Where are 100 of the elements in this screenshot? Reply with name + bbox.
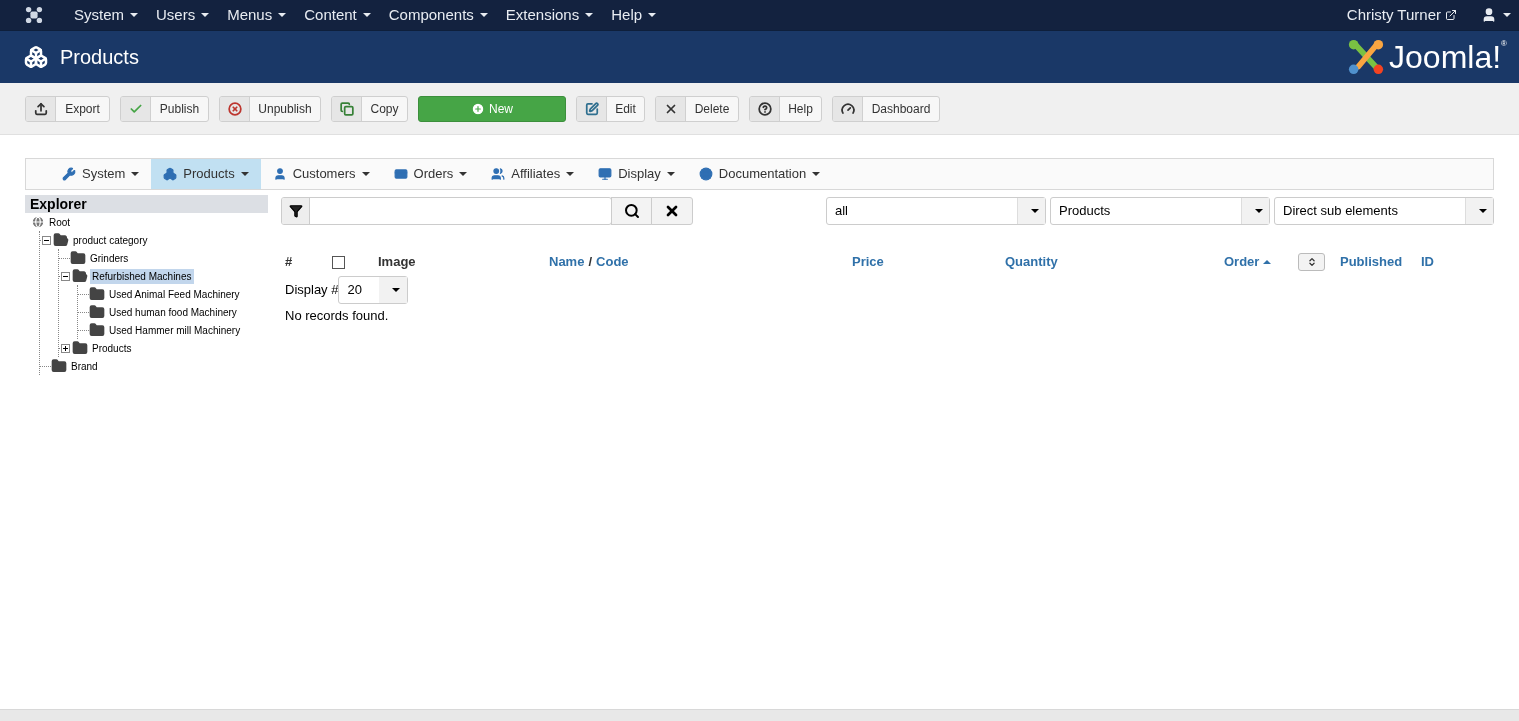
- expand-icon[interactable]: [61, 343, 70, 353]
- top-menu-item[interactable]: Users: [147, 3, 219, 27]
- column-sort-link[interactable]: Order: [1224, 252, 1272, 272]
- caret-icon: [459, 172, 468, 176]
- clear-button[interactable]: [651, 196, 693, 225]
- globe-icon: [31, 215, 45, 229]
- tree-item[interactable]: Root: [49, 214, 71, 230]
- ordering-button[interactable]: [1298, 253, 1325, 271]
- tree-item[interactable]: Used Hammer mill Machinery: [107, 322, 243, 338]
- tree-item[interactable]: Used human food Machinery: [107, 304, 239, 320]
- search-field[interactable]: [281, 196, 612, 225]
- caret-icon: [648, 13, 657, 17]
- column-sort-link[interactable]: Price: [852, 252, 884, 272]
- toolbar-button[interactable]: Edit: [576, 95, 645, 122]
- toolbar-button[interactable]: Delete: [655, 95, 739, 122]
- folder-icon: [72, 340, 88, 356]
- sort-ascending-icon: [1263, 260, 1272, 264]
- select-all-checkbox[interactable]: [332, 255, 345, 269]
- folder-icon: [89, 286, 105, 302]
- explorer-heading: Explorer: [25, 195, 268, 213]
- caret-icon: [392, 288, 401, 292]
- collapse-icon[interactable]: [42, 235, 51, 245]
- logo-wordmark: Joomla!: [1389, 38, 1502, 76]
- card-icon: [393, 167, 408, 181]
- toolbar-button[interactable]: Help: [749, 95, 822, 122]
- users-icon: [491, 167, 506, 181]
- component-menu-item[interactable]: Products: [151, 159, 261, 189]
- caret-icon: [666, 172, 675, 176]
- toolbar-button[interactable]: Export: [25, 95, 110, 122]
- filter-dropdown[interactable]: all: [826, 196, 1046, 225]
- top-menu-item[interactable]: Help: [602, 3, 666, 27]
- top-menu-item[interactable]: Content: [295, 3, 380, 27]
- joomla-logo-icon: [1347, 38, 1386, 76]
- caret-icon: [566, 172, 575, 176]
- up-down-icon: [1306, 257, 1317, 267]
- separator-text: /: [588, 253, 593, 272]
- folder-icon: [51, 358, 67, 374]
- column-sort-link[interactable]: Quantity: [1005, 252, 1058, 272]
- toolbar-button[interactable]: Copy: [331, 95, 408, 122]
- caret-icon: [812, 172, 821, 176]
- external-link-icon: [1445, 9, 1457, 21]
- x-circle-icon: [227, 101, 242, 116]
- caret-icon: [1254, 208, 1263, 213]
- caret-icon: [130, 13, 138, 17]
- registered-mark: ®: [1501, 38, 1507, 48]
- gauge-icon: [840, 101, 855, 116]
- tree-item[interactable]: Products: [90, 340, 134, 356]
- caret-icon: [201, 13, 210, 17]
- column-header: #: [285, 253, 293, 272]
- component-menu-item[interactable]: Display: [586, 159, 687, 189]
- folder-icon: [70, 250, 86, 266]
- collapse-icon[interactable]: [61, 271, 70, 281]
- tree-item[interactable]: Refurbished Machines: [90, 268, 194, 284]
- tree-item[interactable]: Brand: [69, 358, 100, 374]
- filter-icon: [288, 203, 303, 218]
- plus-icon: [471, 101, 485, 116]
- filter-dropdown[interactable]: Direct sub elements: [1274, 196, 1494, 225]
- folder-icon: [89, 322, 105, 338]
- top-menu-item[interactable]: Menus: [218, 3, 296, 27]
- component-menu-item[interactable]: Affiliates: [479, 159, 587, 189]
- filter-dropdown[interactable]: Products: [1050, 196, 1270, 225]
- wrench-icon: [62, 167, 76, 181]
- top-menu-item[interactable]: Extensions: [496, 3, 603, 27]
- column-sort-link[interactable]: Name: [549, 252, 585, 272]
- tree-item[interactable]: Used Animal Feed Machinery: [107, 286, 242, 302]
- user-icon: [272, 167, 287, 181]
- component-menu-item[interactable]: Documentation: [686, 159, 833, 189]
- folder-icon: [89, 304, 105, 320]
- column-sort-link[interactable]: ID: [1421, 252, 1434, 272]
- column-header: Image: [378, 253, 416, 272]
- folder-icon: [53, 232, 69, 248]
- edit-icon: [584, 101, 599, 116]
- display-label: Display #: [285, 281, 339, 300]
- top-menu-item[interactable]: Components: [379, 3, 497, 27]
- toolbar-button[interactable]: Publish: [120, 95, 209, 122]
- monitor-icon: [598, 167, 613, 181]
- user-link[interactable]: Christy Turner: [1346, 3, 1457, 27]
- upload-icon: [33, 101, 48, 116]
- toolbar-button[interactable]: Unpublish: [219, 95, 321, 122]
- search-icon: [623, 202, 640, 219]
- display-count-select[interactable]: 20: [338, 276, 409, 304]
- caret-icon: [362, 13, 371, 17]
- toolbar-button[interactable]: Dashboard: [832, 95, 940, 122]
- column-sort-link[interactable]: Published: [1340, 252, 1403, 272]
- tree-item[interactable]: Grinders: [88, 250, 131, 266]
- column-sort-link[interactable]: Code: [596, 252, 629, 272]
- caret-icon: [479, 13, 488, 17]
- component-menu-item[interactable]: Customers: [260, 159, 382, 189]
- component-menu-item[interactable]: Orders: [381, 159, 480, 189]
- caret-icon: [1478, 208, 1487, 213]
- caret-icon: [1503, 13, 1511, 17]
- top-menu-item[interactable]: System: [65, 3, 147, 27]
- help-icon: [757, 101, 772, 116]
- user-icon: [1481, 7, 1497, 23]
- component-menu-item[interactable]: System: [50, 159, 152, 189]
- user-menu-button[interactable]: [1481, 7, 1511, 23]
- page-title: Products: [60, 45, 139, 70]
- tree-item[interactable]: product category: [71, 232, 150, 248]
- search-button[interactable]: [611, 196, 652, 225]
- folder-icon: [72, 268, 88, 284]
